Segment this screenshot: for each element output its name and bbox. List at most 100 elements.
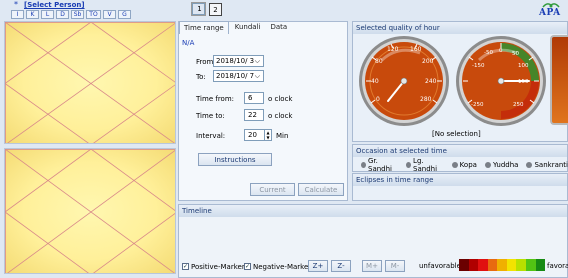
scale-swatch-6 bbox=[516, 259, 526, 271]
gauge1-tick-240: 240 bbox=[425, 78, 437, 85]
scale-swatch-2 bbox=[478, 259, 488, 271]
negative-marker-label: Negative-Marker bbox=[253, 263, 312, 271]
positive-marker-checkbox[interactable]: ✓ bbox=[182, 263, 189, 270]
status-dot-icon bbox=[361, 162, 366, 168]
gauge1-tick-0: 0 bbox=[376, 96, 380, 103]
scale-swatch-1 bbox=[468, 259, 479, 271]
calculate-button[interactable]: Calculate bbox=[298, 183, 344, 196]
time-from-label: Time from: bbox=[196, 95, 235, 103]
occasion-item-sankranti: Sankranti bbox=[526, 157, 568, 173]
tab-data[interactable]: Data bbox=[266, 21, 291, 34]
current-button[interactable]: Current bbox=[250, 183, 295, 196]
mini-tab-i[interactable]: I bbox=[11, 10, 24, 19]
gauge1-tick-80: 80 bbox=[375, 58, 383, 65]
time-from-input[interactable]: 6 bbox=[244, 92, 264, 104]
gauge2-tick-250-neg: -250 bbox=[471, 102, 484, 108]
chart-button-2[interactable]: 2 bbox=[209, 3, 222, 16]
gauge2-tick-100: 100 bbox=[518, 63, 529, 69]
mini-tab-bar: I K L D Sb TO V G bbox=[11, 10, 131, 19]
unfavorable-label: unfavorable bbox=[419, 262, 461, 270]
favorability-color-scale bbox=[459, 259, 546, 271]
to-date-value: 2018/10/ 7 bbox=[216, 72, 255, 80]
to-label: To: bbox=[196, 73, 206, 81]
interval-label: Interval: bbox=[196, 132, 226, 140]
scale-swatch-7 bbox=[525, 259, 536, 271]
time-to-unit: o clock bbox=[268, 112, 293, 120]
chart-box-top[interactable] bbox=[4, 21, 176, 144]
occasion-item-lg-sandhi: Lg. Sandhi bbox=[406, 157, 444, 173]
panel-tabs: Time range Kundali Data bbox=[179, 21, 291, 34]
apa-logo: APA bbox=[537, 1, 565, 19]
status-dot-icon bbox=[451, 162, 458, 168]
time-to-label: Time to: bbox=[196, 112, 225, 120]
occasion-item-yuddha: Yuddha bbox=[484, 157, 518, 173]
favorable-label: favorab bbox=[547, 262, 568, 270]
quality-gauge-2: -250 -150 -50 0 50 100 150 250 bbox=[455, 35, 547, 127]
from-date-select[interactable]: 2018/10/ 3 ⌵ bbox=[213, 55, 264, 67]
scale-swatch-3 bbox=[487, 259, 498, 271]
status-dot-icon bbox=[526, 162, 533, 168]
zoom-in-button[interactable]: Z+ bbox=[308, 260, 328, 272]
to-date-select[interactable]: 2018/10/ 7 ⌵ bbox=[213, 70, 264, 82]
chart-grid-top bbox=[5, 22, 175, 143]
time-from-unit: o clock bbox=[268, 95, 293, 103]
eclipses-panel: Eclipses in time range bbox=[352, 173, 568, 201]
scale-swatch-4 bbox=[497, 259, 507, 271]
spin-arrows-icon[interactable]: ▲ ▼ bbox=[264, 130, 271, 140]
chart-box-bottom[interactable] bbox=[4, 148, 176, 274]
gauge2-tick-0: 0 bbox=[499, 48, 503, 54]
quality-panel-title: Selected quality of hour bbox=[353, 22, 567, 34]
chevron-down-icon: ⌵ bbox=[254, 56, 260, 65]
chart-grid-bottom bbox=[5, 149, 175, 273]
gauge1-tick-160: 160 bbox=[410, 46, 422, 53]
gauge2-tick-250: 250 bbox=[513, 102, 524, 108]
time-to-input[interactable]: 22 bbox=[244, 109, 264, 121]
mini-tab-sb[interactable]: Sb bbox=[71, 10, 84, 19]
interval-stepper[interactable]: 20 ▲ ▼ bbox=[244, 129, 272, 141]
zoom-out-button[interactable]: Z- bbox=[331, 260, 351, 272]
gauge2-tick-150-neg: -150 bbox=[472, 63, 485, 69]
eclipses-panel-title: Eclipses in time range bbox=[353, 174, 567, 186]
mini-tab-l[interactable]: L bbox=[41, 10, 54, 19]
status-dot-icon bbox=[406, 162, 412, 168]
marker-plus-button[interactable]: M+ bbox=[362, 260, 382, 272]
gauge1-tick-40: 40 bbox=[371, 78, 379, 85]
mini-tab-d[interactable]: D bbox=[56, 10, 69, 19]
gauge1-tick-200: 200 bbox=[422, 58, 434, 65]
status-dot-icon bbox=[484, 162, 491, 168]
interval-value: 20 bbox=[248, 131, 257, 139]
status-text: N/A bbox=[182, 39, 195, 47]
marker-minus-button[interactable]: M- bbox=[385, 260, 405, 272]
gauge1-tick-280: 280 bbox=[420, 96, 432, 103]
negative-marker-checkbox[interactable]: ✓ bbox=[244, 263, 251, 270]
quality-gauge-1: 0 40 80 120 160 200 240 280 bbox=[358, 35, 450, 127]
from-date-value: 2018/10/ 3 bbox=[216, 57, 255, 65]
chart-button-1[interactable]: 1 bbox=[191, 2, 206, 16]
instructions-button[interactable]: Instructions bbox=[198, 153, 272, 166]
occasion-list: Gr. Sandhi Lg. Sandhi Kopa Yuddha Sankra… bbox=[361, 157, 568, 173]
select-person-link[interactable]: [Select Person] bbox=[24, 1, 85, 9]
quality-gauge-3-partial bbox=[550, 35, 568, 125]
mini-tab-k[interactable]: K bbox=[26, 10, 39, 19]
occasion-panel-title: Occasion at selected time bbox=[353, 145, 567, 157]
interval-unit: Min bbox=[276, 132, 289, 140]
scale-swatch-0 bbox=[459, 259, 469, 271]
gauge2-tick-50: 50 bbox=[512, 51, 519, 57]
gauge1-tick-120: 120 bbox=[387, 46, 399, 53]
timeline-title: Timeline bbox=[179, 205, 567, 217]
no-selection-label: [No selection] bbox=[432, 130, 481, 138]
gauge2-tick-50-neg: -50 bbox=[484, 50, 493, 56]
mini-tab-v[interactable]: V bbox=[103, 10, 116, 19]
occasion-item-gr-sandhi: Gr. Sandhi bbox=[361, 157, 398, 173]
mini-tab-to[interactable]: TO bbox=[86, 10, 101, 19]
scale-swatch-8 bbox=[535, 259, 546, 271]
star-icon[interactable]: * bbox=[14, 0, 18, 9]
tab-kundali[interactable]: Kundali bbox=[231, 21, 265, 34]
logo-text: APA bbox=[539, 8, 561, 18]
tab-time-range[interactable]: Time range bbox=[179, 21, 229, 34]
scale-swatch-5 bbox=[506, 259, 517, 271]
chevron-down-icon: ⌵ bbox=[254, 71, 260, 80]
positive-marker-label: Positive-Marker bbox=[191, 263, 245, 271]
occasion-item-kopa: Kopa bbox=[451, 157, 477, 173]
mini-tab-g[interactable]: G bbox=[118, 10, 131, 19]
